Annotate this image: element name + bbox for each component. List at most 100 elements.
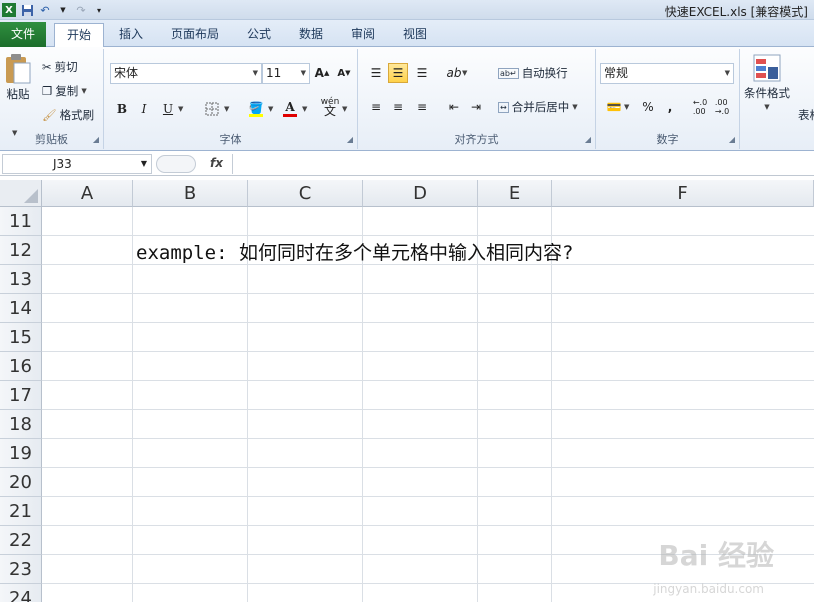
tab-view[interactable]: 视图	[394, 23, 436, 47]
column-header-d[interactable]: D	[363, 180, 478, 207]
name-box[interactable]: J33 ▼	[2, 154, 152, 174]
font-color-dropdown[interactable]: ▼	[302, 99, 307, 119]
phonetic-icon[interactable]: wén 文	[320, 97, 340, 118]
row-header-16[interactable]: 16	[0, 352, 42, 381]
copy-button[interactable]: ❐ 复制 ▼	[42, 81, 87, 101]
align-center-icon[interactable]: ≡	[388, 97, 408, 117]
formula-bar: J33 ▼ fx	[0, 152, 814, 176]
decrease-font-icon[interactable]: A ▼	[334, 63, 354, 83]
scissors-icon: ✂	[42, 60, 52, 74]
font-size-combo[interactable]: 11 ▼	[262, 63, 310, 84]
increase-decimal-icon[interactable]: ←.0.00	[690, 97, 710, 117]
dialog-launcher-icon[interactable]: ◢	[93, 135, 99, 144]
merge-center-button[interactable]: ↔ 合并后居中 ▼	[498, 97, 578, 117]
wrap-text-button[interactable]: ab↵ 自动换行	[498, 63, 568, 83]
tab-formulas[interactable]: 公式	[238, 23, 280, 47]
undo-icon[interactable]: ↶	[38, 3, 52, 17]
dialog-launcher-icon[interactable]: ◢	[585, 135, 591, 144]
orientation-dropdown[interactable]: ▼	[462, 63, 467, 83]
column-header-a[interactable]: A	[42, 180, 133, 207]
cell-b12[interactable]: example: 如何同时在多个单元格中输入相同内容?	[136, 238, 573, 265]
select-all-button[interactable]	[0, 180, 42, 207]
formula-bar-handle[interactable]	[156, 155, 196, 173]
align-left-icon[interactable]: ≡	[366, 97, 386, 117]
cut-button[interactable]: ✂ 剪切	[42, 57, 78, 77]
orientation-icon[interactable]: ab	[444, 63, 464, 83]
bold-button[interactable]: B	[112, 99, 132, 119]
gridline	[551, 207, 552, 602]
align-middle-icon[interactable]: ☰	[388, 63, 408, 83]
font-color-icon[interactable]: A	[280, 99, 300, 119]
align-bottom-icon[interactable]: ☰	[412, 63, 432, 83]
column-header-c[interactable]: C	[248, 180, 363, 207]
currency-icon[interactable]: 💳	[604, 97, 624, 117]
dialog-launcher-icon[interactable]: ◢	[729, 135, 735, 144]
row-header-15[interactable]: 15	[0, 323, 42, 352]
tab-file[interactable]: 文件	[0, 22, 46, 47]
tab-review[interactable]: 审阅	[342, 23, 384, 47]
row-header-12[interactable]: 12	[0, 236, 42, 265]
undo-dropdown-icon[interactable]: ▼	[56, 3, 70, 17]
row-header-11[interactable]: 11	[0, 207, 42, 236]
italic-button[interactable]: I	[134, 99, 154, 119]
conditional-format-button[interactable]: 条件格式 ▼	[744, 53, 790, 117]
row-header-20[interactable]: 20	[0, 468, 42, 497]
tab-page-layout[interactable]: 页面布局	[162, 23, 228, 47]
column-header-e[interactable]: E	[478, 180, 552, 207]
fill-color-icon[interactable]: 🪣	[246, 99, 266, 119]
number-group-label: 数字	[656, 133, 679, 146]
column-header-f[interactable]: F	[552, 180, 814, 207]
gridline	[42, 438, 814, 439]
row-header-18[interactable]: 18	[0, 410, 42, 439]
alignment-group: ☰ ☰ ☰ ab ▼ ab↵ 自动换行 ≡ ≡ ≡ ⇤ ⇥ ↔ 合并后居中 ▼ …	[358, 49, 596, 149]
underline-button[interactable]: U	[158, 99, 178, 119]
format-as-table-button[interactable]: 表格	[798, 105, 814, 125]
borders-dropdown[interactable]: ▼	[224, 99, 229, 119]
formula-input[interactable]	[232, 154, 814, 174]
currency-dropdown[interactable]: ▼	[624, 97, 629, 117]
borders-icon[interactable]	[202, 99, 222, 119]
row-header-24[interactable]: 24	[0, 584, 42, 602]
row-header-22[interactable]: 22	[0, 526, 42, 555]
row-header-13[interactable]: 13	[0, 265, 42, 294]
increase-font-icon[interactable]: A ▲	[312, 63, 332, 83]
number-format-combo[interactable]: 常规 ▼	[600, 63, 734, 84]
chevron-down-icon: ▼	[342, 105, 348, 113]
save-icon[interactable]	[20, 3, 34, 17]
percent-button[interactable]: %	[638, 97, 658, 117]
decrease-decimal-icon[interactable]: .00 →.0	[712, 97, 732, 117]
insert-function-icon[interactable]: fx	[210, 156, 223, 170]
align-top-icon[interactable]: ☰	[366, 63, 386, 83]
paste-button[interactable]: 粘贴	[4, 53, 32, 109]
gridline	[42, 351, 814, 352]
gridline	[42, 496, 814, 497]
tab-home[interactable]: 开始	[54, 23, 104, 48]
customize-qat-icon[interactable]: ▾	[92, 3, 106, 17]
row-header-17[interactable]: 17	[0, 381, 42, 410]
underline-dropdown[interactable]: ▼	[178, 99, 183, 119]
tab-insert[interactable]: 插入	[110, 23, 152, 47]
format-as-table-label: 表格	[798, 108, 814, 122]
worksheet-grid[interactable]: A B C D E F 11 12 13 14 15 16 17 18 19 2…	[0, 180, 814, 602]
decrease-indent-icon[interactable]: ⇤	[444, 97, 464, 117]
dialog-launcher-icon[interactable]: ◢	[347, 135, 353, 144]
fill-color-dropdown[interactable]: ▼	[268, 99, 273, 119]
format-painter-button[interactable]: 🖌 格式刷	[42, 105, 94, 125]
comma-button[interactable]: ,	[660, 97, 680, 117]
row-header-19[interactable]: 19	[0, 439, 42, 468]
column-header-b[interactable]: B	[133, 180, 248, 207]
row-header-23[interactable]: 23	[0, 555, 42, 584]
cut-label: 剪切	[54, 60, 78, 74]
styles-group: 条件格式 ▼ 表格	[740, 49, 814, 149]
font-name-combo[interactable]: 宋体 ▼	[110, 63, 262, 84]
chevron-down-icon: ▼	[140, 159, 147, 168]
row-header-21[interactable]: 21	[0, 497, 42, 526]
align-right-icon[interactable]: ≡	[412, 97, 432, 117]
tab-data[interactable]: 数据	[290, 23, 332, 47]
redo-icon[interactable]: ↷	[74, 3, 88, 17]
phonetic-dropdown[interactable]: ▼	[342, 99, 347, 119]
increase-indent-icon[interactable]: ⇥	[466, 97, 486, 117]
row-header-14[interactable]: 14	[0, 294, 42, 323]
number-group: 常规 ▼ 💳 ▼ % , ←.0.00 .00 →.0 数字 ◢	[596, 49, 740, 149]
gridline	[42, 293, 814, 294]
